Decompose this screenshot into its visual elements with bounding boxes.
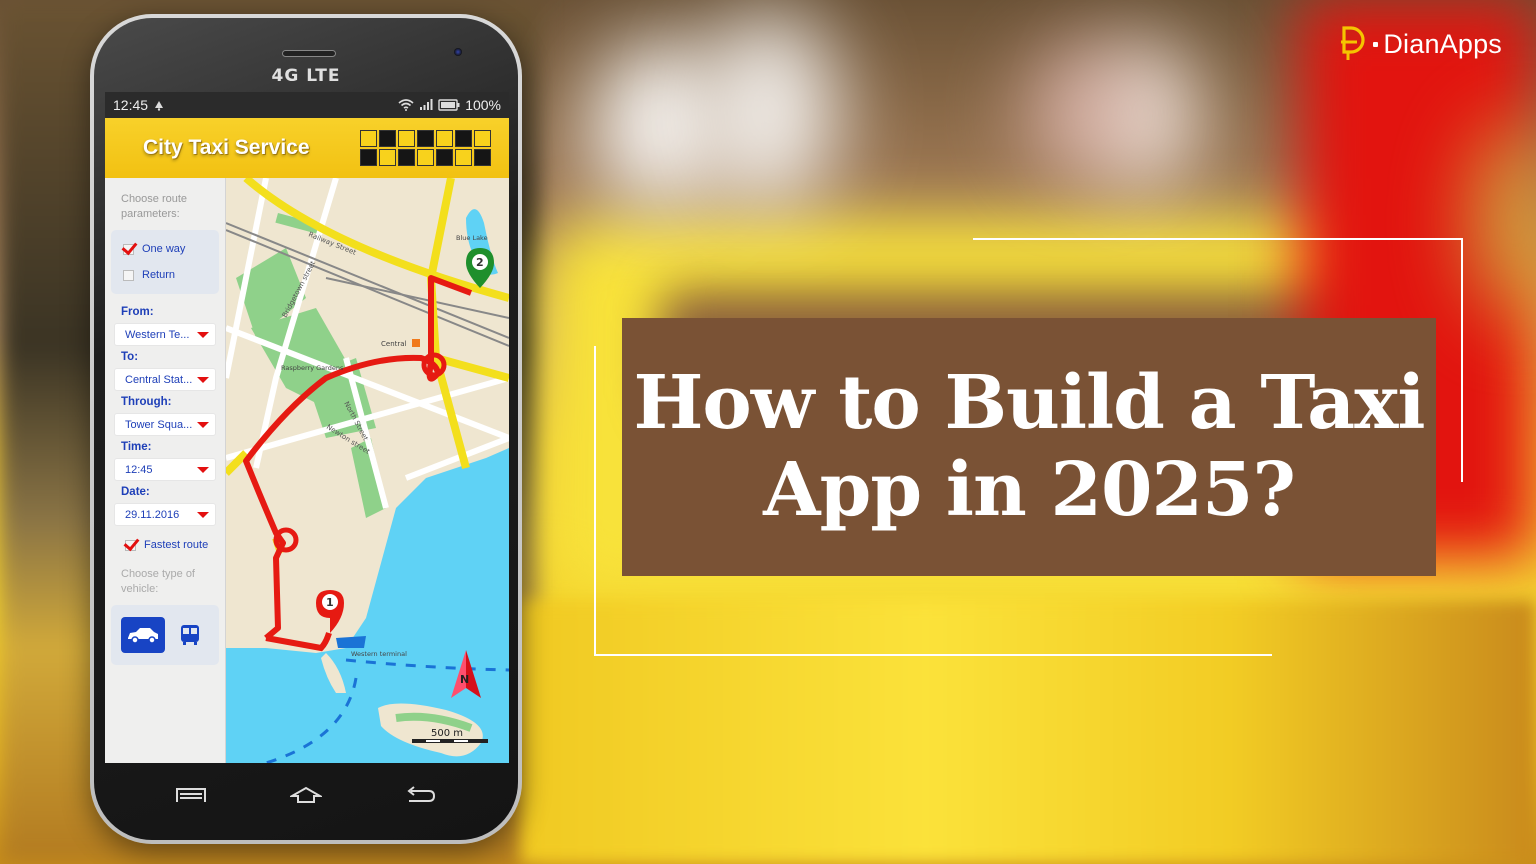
one-way-label: One way [142,243,186,255]
place-label: Central [381,340,407,348]
compass-label: N [460,673,469,686]
option-fastest-route[interactable]: Fastest route [111,525,219,551]
map-canvas: 1 2 Railway Street Bridgetown street New… [226,178,509,763]
menu-button-icon[interactable] [175,786,207,804]
battery-icon [438,99,460,111]
scale-bar [412,739,488,743]
vehicle-type-group [111,605,219,665]
app-title: City Taxi Service [143,136,310,159]
to-value: Central Stat... [125,373,193,386]
wifi-icon [398,99,414,111]
vehicle-car-button[interactable] [121,617,165,653]
through-label: Through: [121,396,172,408]
network-label: 4G LTE [271,66,341,86]
bus-icon [181,625,199,645]
dropdown-arrow-icon [197,421,209,428]
phone-camera [454,48,462,56]
headline-line-1: How to Build a Taxi [633,359,1426,446]
scale-label: 500 m [431,728,463,739]
return-checkbox[interactable] [123,269,134,281]
home-button-icon[interactable] [289,786,322,804]
dropdown-arrow-icon [197,511,209,518]
to-label: To: [121,351,139,363]
notification-bell-icon [155,101,164,111]
signal-icon [420,99,433,110]
frame-line-left [594,346,596,656]
ferry-icon [336,636,366,648]
from-value: Western Te... [125,328,190,341]
vehicle-type-hint: Choose type of vehicle: [121,568,195,595]
vehicle-bus-button[interactable] [177,622,203,648]
status-time: 12:45 [113,97,149,113]
dropdown-arrow-icon [197,466,209,473]
car-icon [128,628,158,644]
place-label: Western terminal [351,650,407,658]
headline-box: How to Build a Taxi App in 2025? [622,318,1436,576]
smartphone-mockup: 4G LTE 12:45 100% City Taxi Service Choo… [90,14,522,844]
time-label: Time: [121,441,152,453]
fastest-route-label: Fastest route [144,539,209,551]
logo-text: DianApps [1383,28,1502,59]
battery-percent: 100% [465,97,501,113]
option-one-way[interactable]: One way [119,236,211,262]
from-label: From: [121,306,154,318]
date-label: Date: [121,486,150,498]
marker-start-label: 1 [326,596,334,609]
headline-line-2: App in 2025? [763,447,1296,533]
from-select[interactable]: Western Te... [115,324,215,345]
time-select[interactable]: 12:45 [115,459,215,480]
taxi-checker-icon [360,130,491,166]
route-map[interactable]: 1 2 Railway Street Bridgetown street New… [226,178,509,763]
app-header: City Taxi Service [105,118,509,178]
frame-line-right [1461,238,1463,482]
metro-icon [412,339,420,347]
date-value: 29.11.2016 [125,508,180,521]
through-value: Tower Squa... [125,418,193,431]
frame-line-top [973,238,1463,240]
logo-dot [1373,41,1379,47]
android-nav-bar [94,770,518,820]
phone-screen: 12:45 100% City Taxi Service Choose rout… [105,92,509,763]
frame-line-bottom [594,654,1272,656]
option-return[interactable]: Return [119,262,211,288]
back-button-icon[interactable] [405,786,437,804]
phone-speaker [282,50,336,57]
fastest-route-checkbox[interactable] [125,539,136,551]
to-select[interactable]: Central Stat... [115,369,215,390]
marker-end-label: 2 [476,256,484,269]
route-params-hint: Choose route parameters: [121,193,188,220]
trip-type-group: One way Return [111,230,219,294]
one-way-checkbox[interactable] [123,243,134,255]
date-select[interactable]: 29.11.2016 [115,504,215,525]
through-select[interactable]: Tower Squa... [115,414,215,435]
status-bar: 12:45 100% [105,92,509,118]
dianapps-logo[interactable]: DianApps [1340,24,1502,64]
time-value: 12:45 [125,463,153,476]
return-label: Return [142,269,176,281]
place-label: Raspberry Gardens [281,364,344,372]
dropdown-arrow-icon [197,376,209,383]
place-label: Blue Lake [456,234,488,242]
route-sidebar: Choose route parameters: One way Return … [105,178,226,763]
dropdown-arrow-icon [197,331,209,338]
dianapps-logo-icon [1341,26,1365,60]
